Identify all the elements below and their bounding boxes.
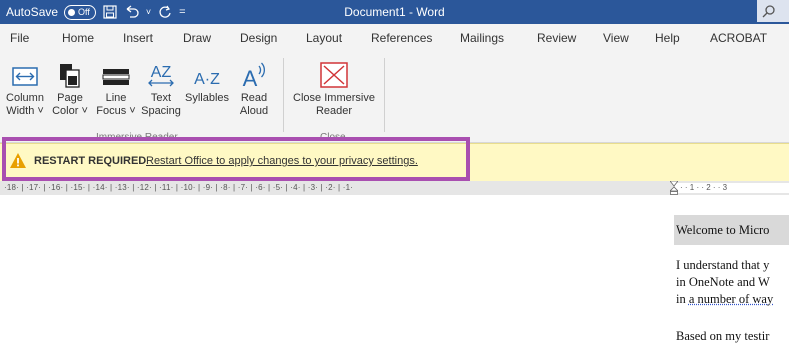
close-immersive-reader-button[interactable]: Close Immersive Reader [288, 56, 380, 118]
horizontal-ruler: ·18· | ·17· | ·16· | ·15· | ·14· | ·13· … [0, 181, 789, 195]
tab-review[interactable]: Review [537, 24, 576, 52]
save-icon[interactable] [102, 4, 118, 20]
svg-text:AZ: AZ [151, 64, 172, 81]
tab-mailings[interactable]: Mailings [460, 24, 504, 52]
read-aloud-icon: A [243, 62, 266, 90]
toggle-knob [68, 8, 76, 16]
autosave-toggle[interactable]: Off [64, 4, 96, 20]
column-width-icon [12, 67, 38, 86]
group-separator [283, 58, 284, 132]
paragraph-line-start: in [676, 292, 689, 306]
tab-insert[interactable]: Insert [123, 24, 153, 52]
indent-marker-icon[interactable] [670, 181, 678, 195]
tab-help[interactable]: Help [655, 24, 680, 52]
document-paragraph-2: Based on my testir [676, 329, 770, 343]
undo-dropdown-icon[interactable]: ˅ [146, 7, 151, 17]
redo-icon[interactable] [157, 4, 173, 20]
ribbon-tabs: File Home Insert Draw Design Layout Refe… [0, 24, 789, 52]
close-immersive-label-2: Reader [315, 105, 353, 117]
customize-icon[interactable]: = [179, 6, 185, 18]
paragraph-line: I understand that y [676, 258, 770, 272]
grammar-flagged-text: a number of way [688, 292, 774, 306]
column-width-label-2: Width ˅ [6, 105, 44, 117]
annotation-highlight-box [2, 137, 470, 181]
tab-acrobat[interactable]: ACROBAT [710, 24, 767, 52]
tab-references[interactable]: References [371, 24, 432, 52]
close-immersive-icon [320, 62, 348, 88]
tab-view[interactable]: View [603, 24, 629, 52]
tab-design[interactable]: Design [240, 24, 277, 52]
line-focus-label-1: Line [105, 92, 127, 104]
svg-text:A·Z: A·Z [194, 71, 220, 88]
column-width-button[interactable]: Column Width ˅ [3, 56, 47, 118]
tab-home[interactable]: Home [62, 24, 94, 52]
text-spacing-icon: AZ [148, 64, 174, 87]
ruler-right-scale: · · 1 · · 2 · · 3 [680, 183, 728, 192]
undo-icon[interactable] [124, 4, 140, 20]
ribbon: Column Width ˅ Page Color ˅ Line Focus ˅… [0, 52, 789, 143]
paragraph-line: in OneNote and W [676, 275, 770, 289]
syllables-label: Syllables [184, 92, 230, 104]
svg-text:A: A [243, 66, 258, 90]
quick-access-toolbar: AutoSave Off ˅ = [6, 0, 186, 24]
column-width-label-1: Column [6, 92, 44, 104]
text-spacing-label-2: Spacing [141, 105, 181, 117]
text-spacing-label-1: Text [150, 92, 172, 104]
syllables-icon: A·Z [194, 71, 220, 88]
search-icon [762, 5, 775, 18]
title-bar: AutoSave Off ˅ = Document1 - Word [0, 0, 789, 24]
search-box[interactable] [757, 0, 789, 22]
syllables-button[interactable]: A·Z Syllables [183, 56, 231, 105]
page-color-button[interactable]: Page Color ˅ [48, 56, 92, 118]
page-color-label-1: Page [57, 92, 83, 104]
tab-layout[interactable]: Layout [306, 24, 342, 52]
tab-draw[interactable]: Draw [183, 24, 211, 52]
page-color-icon [60, 64, 80, 88]
line-focus-icon [102, 69, 130, 85]
autosave-label: AutoSave [6, 5, 59, 19]
autosave-state: Off [78, 7, 90, 17]
line-focus-button[interactable]: Line Focus ˅ [94, 56, 138, 118]
ruler-left-scale: ·18· | ·17· | ·16· | ·15· | ·14· | ·13· … [4, 183, 354, 192]
document-paragraph: I understand that y in OneNote and W in … [676, 257, 773, 308]
document-heading: Welcome to Micro [674, 215, 789, 245]
page-color-label-2: Color ˅ [52, 105, 88, 117]
document-canvas [0, 195, 789, 340]
close-immersive-label-1: Close Immersive [293, 92, 375, 104]
paragraph-line: in a number of way [676, 291, 773, 308]
read-aloud-button[interactable]: A Read Aloud [233, 56, 275, 118]
tab-file[interactable]: File [10, 24, 29, 52]
text-spacing-button[interactable]: AZ Text Spacing [138, 56, 184, 118]
read-aloud-label-2: Aloud [239, 105, 269, 117]
line-focus-label-2: Focus ˅ [96, 105, 136, 117]
read-aloud-label-1: Read [240, 92, 268, 104]
group-separator [384, 58, 385, 132]
